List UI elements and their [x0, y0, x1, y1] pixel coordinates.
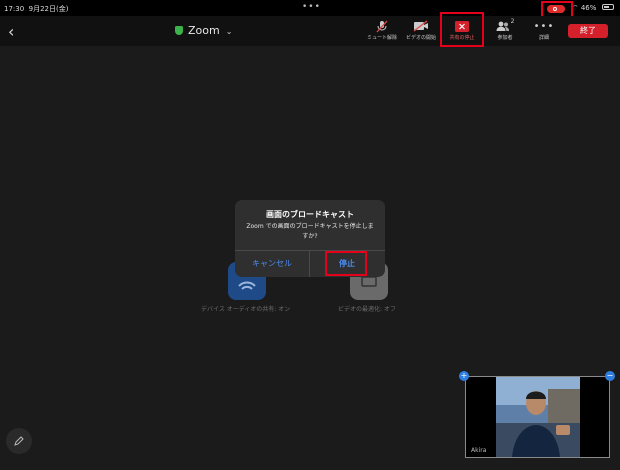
- chevron-down-icon: ⌄: [225, 27, 233, 36]
- unmute-button[interactable]: ミュート解除: [360, 19, 404, 41]
- meeting-title[interactable]: Zoom ⌄: [175, 24, 232, 37]
- more-button[interactable]: ••• 詳細: [522, 19, 566, 42]
- highlight-stop-share: [440, 12, 484, 47]
- participant-name: Akira: [471, 447, 487, 454]
- status-time: 17:30 9月22日(金): [4, 5, 69, 13]
- status-bar: 17:30 9月22日(金) ••• ⌔ 46%: [0, 0, 620, 16]
- multitask-dots[interactable]: •••: [302, 2, 321, 12]
- video-off-icon: [399, 19, 443, 33]
- pip-collapse-icon[interactable]: −: [605, 371, 615, 381]
- self-view-thumbnail[interactable]: Akira: [465, 376, 610, 458]
- pencil-icon: [14, 436, 24, 446]
- more-dots-icon: •••: [533, 20, 555, 32]
- start-video-button[interactable]: ビデオの開始: [399, 19, 443, 41]
- battery-percentage: ⌔ 46%: [572, 4, 597, 12]
- back-icon[interactable]: ‹: [8, 22, 14, 41]
- participant-video: [496, 377, 580, 457]
- pip-expand-icon[interactable]: +: [459, 371, 469, 381]
- audio-share-label: デバイス オーディオの共有: オン: [201, 306, 291, 313]
- dialog-message: Zoom での画面のブロードキャストを停止しますか?: [246, 223, 374, 240]
- annotate-button[interactable]: [6, 428, 32, 454]
- participants-count: 2: [510, 17, 515, 25]
- secure-shield-icon: [175, 26, 183, 35]
- mic-muted-icon: [360, 19, 404, 33]
- dialog-title: 画面のブロードキャスト: [266, 210, 354, 219]
- battery-icon: [602, 4, 614, 10]
- cancel-button[interactable]: キャンセル: [235, 251, 309, 277]
- end-meeting-button[interactable]: 終了: [568, 24, 608, 38]
- participants-button[interactable]: 2 参加者: [483, 17, 527, 41]
- participants-icon: 2: [483, 17, 527, 33]
- video-optimize-label: ビデオの最適化: オフ: [338, 306, 396, 313]
- highlight-stop-button: [325, 251, 367, 276]
